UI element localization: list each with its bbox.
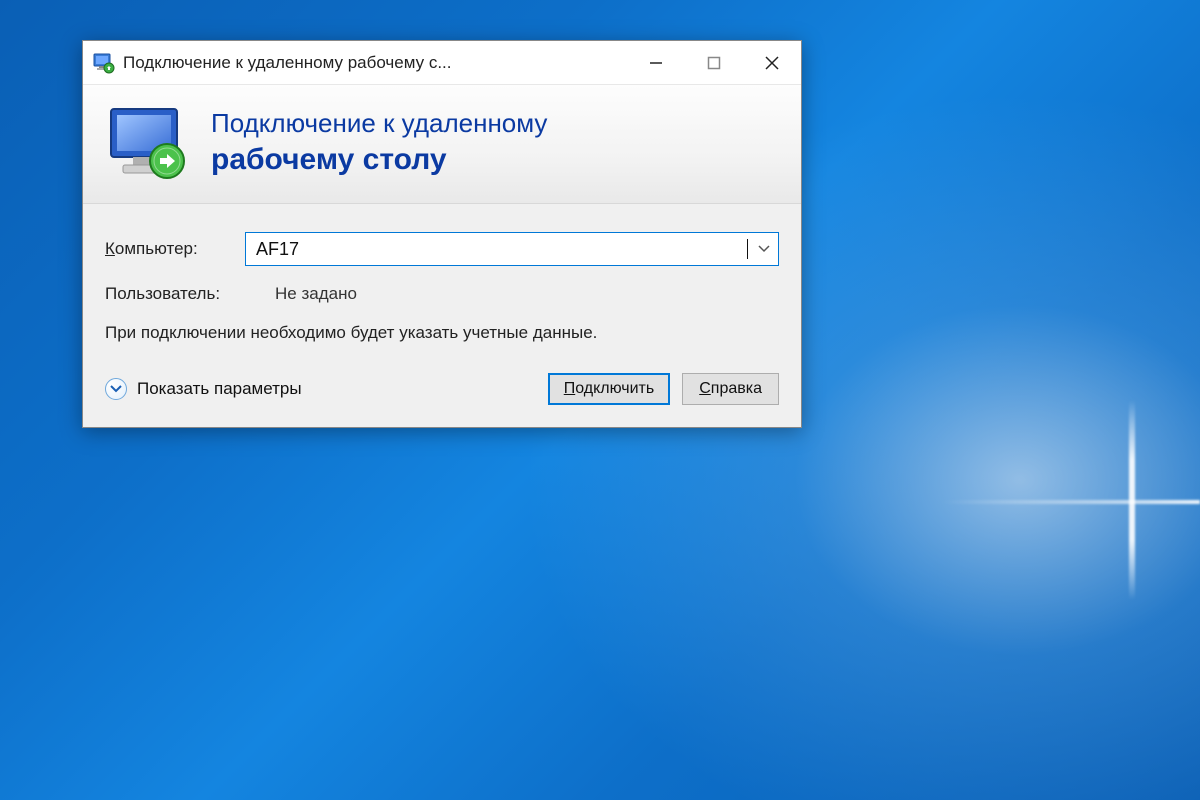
chevron-down-icon[interactable] xyxy=(748,242,770,256)
computer-row: Компьютер: AF17 xyxy=(105,232,779,266)
user-label: Пользователь: xyxy=(105,284,275,304)
banner: Подключение к удаленному рабочему столу xyxy=(83,85,801,204)
show-options-toggle[interactable]: Показать параметры xyxy=(105,378,536,400)
banner-title-line1: Подключение к удаленному xyxy=(211,108,547,139)
rdp-banner-icon xyxy=(105,103,193,183)
computer-value: AF17 xyxy=(256,239,746,260)
dialog-body: Компьютер: AF17 Пользователь: Не задано … xyxy=(83,204,801,427)
window-title: Подключение к удаленному рабочему с... xyxy=(123,53,627,73)
banner-title-line2: рабочему столу xyxy=(211,142,547,178)
window-controls xyxy=(627,41,801,84)
titlebar[interactable]: Подключение к удаленному рабочему с... xyxy=(83,41,801,85)
close-button[interactable] xyxy=(743,41,801,84)
rdp-dialog-window: Подключение к удаленному рабочему с... xyxy=(82,40,802,428)
rdp-app-icon xyxy=(93,52,115,74)
connect-button[interactable]: Подключить xyxy=(548,373,670,405)
show-options-label: Показать параметры xyxy=(137,379,302,399)
help-button[interactable]: Справка xyxy=(682,373,779,405)
close-icon xyxy=(764,55,780,71)
computer-label: Компьютер: xyxy=(105,239,245,259)
minimize-icon xyxy=(649,56,663,70)
user-row: Пользователь: Не задано xyxy=(105,284,779,304)
expand-icon xyxy=(105,378,127,400)
computer-combobox[interactable]: AF17 xyxy=(245,232,779,266)
dialog-footer: Показать параметры Подключить Справка xyxy=(105,373,779,405)
maximize-icon xyxy=(707,56,721,70)
credentials-info: При подключении необходимо будет указать… xyxy=(105,322,665,345)
banner-text: Подключение к удаленному рабочему столу xyxy=(211,108,547,177)
minimize-button[interactable] xyxy=(627,41,685,84)
user-value: Не задано xyxy=(275,284,357,304)
maximize-button[interactable] xyxy=(685,41,743,84)
desktop-light-horizontal xyxy=(940,500,1200,504)
